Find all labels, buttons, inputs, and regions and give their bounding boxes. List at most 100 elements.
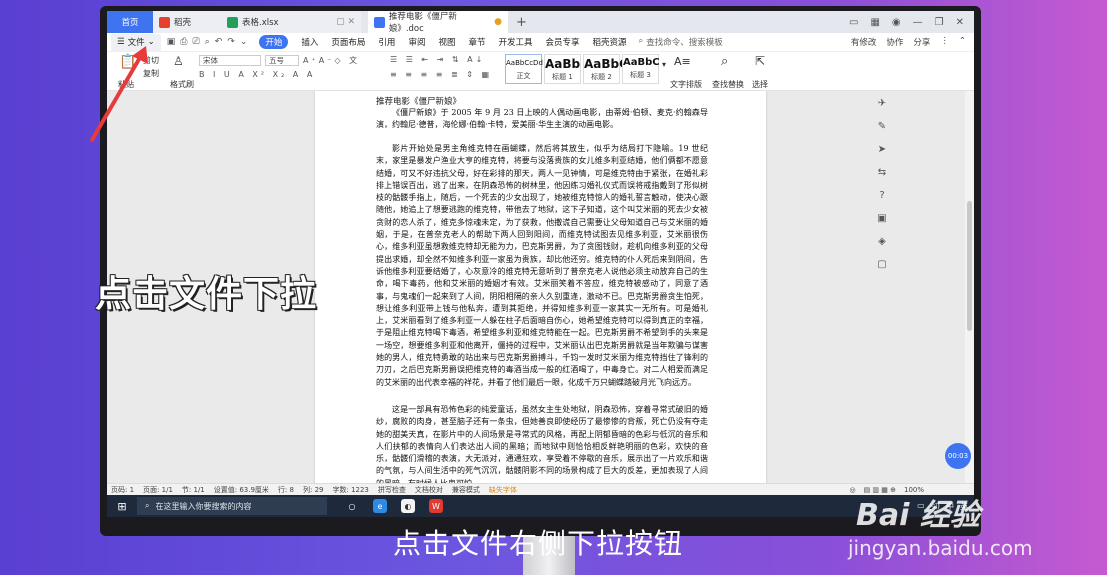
menu-vip[interactable]: 会员专享 <box>546 36 580 48</box>
find-replace-label[interactable]: 查找替换 <box>712 79 744 90</box>
taskbar-search-placeholder: 在这里输入你要搜索的内容 <box>155 501 252 511</box>
save-icon[interactable]: ▣ <box>167 37 176 47</box>
task-view-icon[interactable]: ○ <box>345 499 359 513</box>
status-word-count[interactable]: 字数: 1223 <box>332 485 368 495</box>
status-spell-check[interactable]: 拼写检查 <box>378 485 406 495</box>
pen-icon[interactable]: ✎ <box>878 121 886 132</box>
style-heading3[interactable]: AaBbC 标题 3 <box>622 54 660 84</box>
paragraph-2: 影片开始处是男主角维克特在画蝴蝶，然后将其放生，似乎为结局打下隐喻。19 世纪末… <box>376 144 708 387</box>
status-compat-mode[interactable]: 兼容模式 <box>452 485 480 495</box>
paragraph-1: 《僵尸新娘》于 2005 年 9 月 23 日上映的人偶动画电影，由蒂姆·伯顿、… <box>376 108 708 130</box>
menu-review[interactable]: 审阅 <box>408 36 425 48</box>
menu-page-layout[interactable]: 页面布局 <box>331 36 365 48</box>
grid-icon[interactable]: ▦ <box>870 17 879 28</box>
undo-icon[interactable]: ↶ <box>215 37 223 47</box>
style-heading3-preview: AaBbC <box>623 57 660 68</box>
style-normal[interactable]: AaBbCcDd 正文 <box>505 54 543 84</box>
command-search-label: 查找命令、搜索模板 <box>646 38 723 48</box>
share-button[interactable]: 分享 <box>913 36 930 48</box>
print-icon[interactable]: ⎚ <box>192 37 199 47</box>
list-icons[interactable]: ☰ ☰ ⇤ ⇥ ⇅ A↓ <box>390 55 485 64</box>
taskbar-search[interactable]: ⌕ 在这里输入你要搜索的内容 <box>137 497 327 515</box>
review-icon[interactable]: ▣ <box>877 213 886 224</box>
location-icon[interactable]: ◈ <box>878 236 886 247</box>
collapse-ribbon-icon[interactable]: ⌃ <box>959 36 966 48</box>
paragraph-align-icons[interactable]: ≡ ≡ ≡ ≡ ≣ ⇕ ▦ <box>390 70 492 79</box>
style-heading1[interactable]: AaBb 标题 1 <box>544 54 581 84</box>
paragraph-3: 这是一部具有恐怖色彩的纯爱童话，虽然女主生处地狱，阴森恐怖，穿着寻常式破旧的婚纱… <box>376 405 708 483</box>
windows-start-icon[interactable]: ⊞ <box>107 500 137 513</box>
close-window-icon[interactable]: ✕ <box>956 17 964 28</box>
layout-icon[interactable]: ▭ <box>849 17 858 28</box>
font-size-controls-icon[interactable]: A⁺A⁻◇ 文 <box>303 55 360 66</box>
help-icon[interactable]: ? <box>879 190 884 201</box>
select-label[interactable]: 选择 <box>752 79 768 90</box>
menu-view[interactable]: 视图 <box>438 36 455 48</box>
lock-icon[interactable]: ▢ <box>877 259 886 270</box>
tab-spreadsheet[interactable]: 表格.xlsx ▢ ✕ <box>221 11 361 33</box>
menu-insert[interactable]: 插入 <box>301 36 318 48</box>
export-pdf-icon[interactable]: ⎙ <box>180 37 187 47</box>
status-page-number[interactable]: 页码: 1 <box>111 485 134 495</box>
recording-timer: 00:03 <box>945 443 971 469</box>
file-explorer-icon[interactable]: ◐ <box>401 499 415 513</box>
status-setting[interactable]: 设置值: 63.9厘米 <box>214 485 269 495</box>
rocket-icon[interactable]: ✈ <box>878 98 886 109</box>
close-icon[interactable]: ▢ ✕ <box>336 17 355 27</box>
style-heading1-label: 标题 1 <box>552 73 573 81</box>
format-painter-label[interactable]: 格式刷 <box>170 79 194 90</box>
status-proofread[interactable]: 文档校对 <box>415 485 443 495</box>
more-options-icon[interactable]: ⋮ <box>940 36 949 48</box>
status-row[interactable]: 行: 8 <box>278 485 294 495</box>
vertical-scrollbar[interactable] <box>965 91 974 483</box>
red-arrow-icon <box>90 46 148 142</box>
tab-document[interactable]: 推荐电影《僵尸新娘》.doc ● <box>368 11 508 34</box>
style-heading2[interactable]: AaBbC 标题 2 <box>583 54 628 84</box>
menu-home[interactable]: 开始 <box>259 35 289 49</box>
print-preview-icon[interactable]: ⌕ <box>205 37 210 47</box>
status-section[interactable]: 节: 1/1 <box>182 485 205 495</box>
menu-chapter[interactable]: 章节 <box>468 36 485 48</box>
style-heading3-label: 标题 3 <box>630 71 651 79</box>
adjust-icon[interactable]: ⇆ <box>878 167 886 178</box>
scrollbar-thumb[interactable] <box>967 201 972 331</box>
text-tools-label[interactable]: 文字排版 <box>670 79 702 90</box>
status-column[interactable]: 列: 29 <box>303 485 324 495</box>
status-missing-font[interactable]: 缺失字体 <box>489 485 517 495</box>
font-size-select[interactable]: 五号 <box>265 55 299 66</box>
menu-docer-resources[interactable]: 稻壳资源 <box>593 36 627 48</box>
changes-button[interactable]: 有修改 <box>851 36 877 48</box>
style-normal-label: 正文 <box>516 72 531 80</box>
unsaved-dot-icon: ● <box>494 17 502 27</box>
menu-bar: ☰ 文件 ⌄ ▣ ⎙ ⎚ ⌕ ↶ ↷ ⌄ 开始 插入 页面布局 引用 审阅 视图… <box>107 33 974 52</box>
redo-icon[interactable]: ↷ <box>227 37 235 47</box>
select-icon[interactable]: ⇱ <box>755 54 765 68</box>
text-format-icons[interactable]: B I U A X² X₂ A A <box>199 70 315 79</box>
command-search[interactable]: ⌕ 查找命令、搜索模板 <box>639 36 723 48</box>
menu-references[interactable]: 引用 <box>378 36 395 48</box>
tab-home[interactable]: 首页 <box>107 11 153 33</box>
browser-icon[interactable]: e <box>373 499 387 513</box>
styles-more-icon[interactable]: ▾ <box>662 60 666 69</box>
collaborate-button[interactable]: 协作 <box>886 36 903 48</box>
pointer-icon[interactable]: ➤ <box>878 144 886 155</box>
tab-docer[interactable]: 稻壳 <box>153 11 221 33</box>
status-bar: 页码: 1 页面: 1/1 节: 1/1 设置值: 63.9厘米 行: 8 列:… <box>107 483 974 495</box>
restore-icon[interactable]: ❐ <box>935 17 944 28</box>
avatar[interactable]: ◉ <box>892 17 901 28</box>
taskbar: ⊞ ⌕ 在这里输入你要搜索的内容 ○ e ◐ W ⌃ ▭ ◁) 中 英 <box>107 495 974 517</box>
menu-developer[interactable]: 开发工具 <box>498 36 532 48</box>
minimize-icon[interactable]: — <box>913 17 923 28</box>
status-pages[interactable]: 页面: 1/1 <box>143 485 173 495</box>
format-painter-icon[interactable]: ♙ <box>173 54 184 68</box>
eye-protection-icon[interactable]: ◎ <box>849 486 855 494</box>
text-tools-icon[interactable]: A≡ <box>674 55 691 68</box>
font-name-select[interactable]: 宋体 <box>199 55 261 66</box>
more-icon[interactable]: ⌄ <box>240 37 248 47</box>
new-tab-button[interactable]: + <box>516 15 527 30</box>
wps-icon[interactable]: W <box>429 499 443 513</box>
search-icon: ⌕ <box>145 501 150 510</box>
window-controls: ▭ ▦ ◉ — ❐ ✕ <box>849 17 974 28</box>
taskbar-apps: ○ e ◐ W <box>345 499 443 513</box>
find-replace-icon[interactable]: ⌕ <box>721 54 728 69</box>
